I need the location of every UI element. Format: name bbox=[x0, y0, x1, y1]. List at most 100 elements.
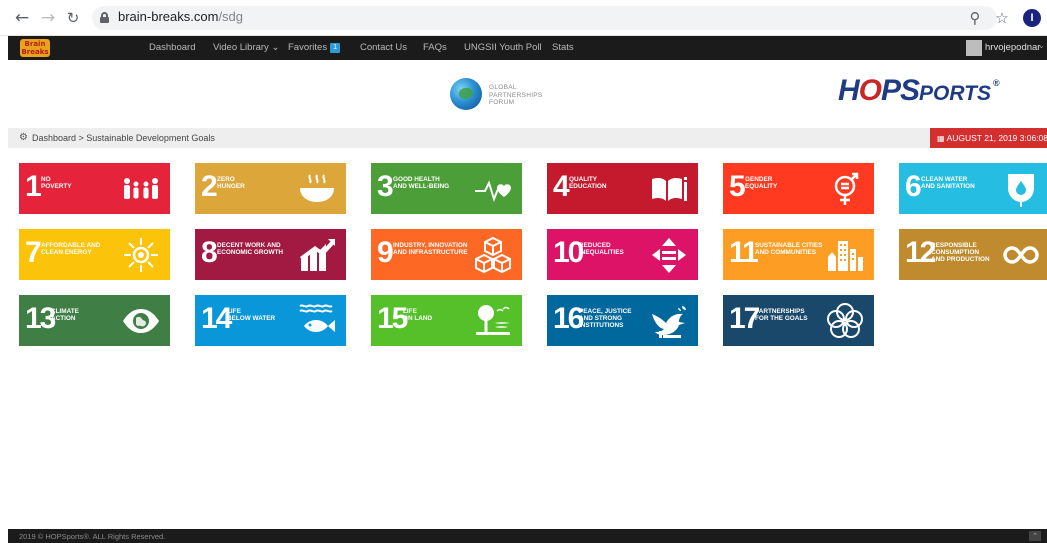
sdg-label: No Poverty bbox=[41, 176, 72, 190]
sdg-number: 12 bbox=[905, 236, 936, 269]
tree-icon bbox=[473, 301, 513, 341]
dove-icon bbox=[649, 301, 689, 341]
sdg-label: Partnerships for the Goals bbox=[755, 308, 808, 322]
sdg-label: Zero Hunger bbox=[217, 176, 245, 190]
sdg-label: Gender Equality bbox=[745, 176, 778, 190]
sdg-number: 17 bbox=[729, 302, 760, 335]
bowl-icon bbox=[297, 169, 337, 209]
sdg-label: Responsible Consumption and Production bbox=[931, 242, 990, 263]
sdg-label: Reduced Inequalities bbox=[579, 242, 624, 256]
sdg-tile-5[interactable]: 5 Gender Equality bbox=[723, 163, 874, 214]
sdg-number: 16 bbox=[553, 302, 584, 335]
sdg-tile-1[interactable]: 1 No Poverty bbox=[19, 163, 170, 214]
site-navbar: Brain Breaks Dashboard Video Library ⌄ F… bbox=[8, 36, 1047, 60]
sdg-label: Industry, Innovation and Infrastructure bbox=[393, 242, 468, 256]
nav-contact-us[interactable]: Contact Us bbox=[360, 42, 407, 53]
sdg-number: 5 bbox=[729, 170, 746, 203]
sdg-tile-15[interactable]: 15 Life On Land bbox=[371, 295, 522, 346]
sdg-label: Quality Education bbox=[569, 176, 607, 190]
bookmark-star-icon[interactable]: ☆ bbox=[992, 8, 1012, 28]
sdg-number: 13 bbox=[25, 302, 56, 335]
sdg-tile-14[interactable]: 14 Life Below Water bbox=[195, 295, 346, 346]
globe-icon bbox=[450, 78, 482, 110]
sdg-number: 15 bbox=[377, 302, 408, 335]
sdg-tile-17[interactable]: 17 Partnerships for the Goals bbox=[723, 295, 874, 346]
sdg-tile-7[interactable]: 7 Affordable and Clean Energy bbox=[19, 229, 170, 280]
nav-youth-poll[interactable]: UNGSII Youth Poll bbox=[464, 42, 542, 53]
breadcrumb-home[interactable]: Dashboard bbox=[32, 133, 76, 143]
city-icon bbox=[825, 235, 865, 275]
sdg-tile-12[interactable]: 12 Responsible Consumption and Production bbox=[899, 229, 1047, 280]
sdg-number: 7 bbox=[25, 236, 42, 269]
sdg-number: 11 bbox=[729, 236, 759, 269]
scroll-top-icon[interactable]: ⌃ bbox=[1029, 531, 1041, 541]
url-text[interactable]: brain-breaks.com/sdg bbox=[118, 9, 243, 24]
fish-icon bbox=[297, 301, 337, 341]
sdg-tile-16[interactable]: 16 Peace, Justice and Strong Institutions bbox=[547, 295, 698, 346]
book-icon bbox=[649, 169, 689, 209]
sun-icon bbox=[121, 235, 161, 275]
favorites-count-badge: 1 bbox=[330, 43, 340, 53]
sdg-number: 3 bbox=[377, 170, 394, 203]
growth-chart-icon bbox=[297, 235, 337, 275]
eye-globe-icon bbox=[121, 301, 161, 341]
lock-icon[interactable] bbox=[100, 12, 109, 23]
date-badge: ▦AUGUST 21, 2019 3:06:08 PM bbox=[930, 128, 1047, 148]
sdg-tile-9[interactable]: 9 Industry, Innovation and Infrastructure bbox=[371, 229, 522, 280]
sdg-label: Decent Work and Economic Growth bbox=[217, 242, 284, 256]
chevron-down-icon[interactable]: ⌄ bbox=[1038, 41, 1045, 50]
breadcrumb-text: Dashboard > Sustainable Development Goal… bbox=[32, 133, 215, 143]
family-icon bbox=[121, 169, 161, 209]
sdg-label: Good Health and Well-Being bbox=[393, 176, 450, 190]
sdg-number: 4 bbox=[553, 170, 570, 203]
sdg-tile-3[interactable]: 3 Good Health and Well-Being bbox=[371, 163, 522, 214]
dashboard-gauge-icon: ⚙ bbox=[19, 132, 28, 143]
sdg-number: 2 bbox=[201, 170, 218, 203]
equals-arrows-icon bbox=[649, 235, 689, 275]
sdg-tile-13[interactable]: 13 Climate Action bbox=[19, 295, 170, 346]
hopsports-logo[interactable]: HOPSPORTS ® bbox=[838, 74, 1000, 108]
forward-arrow-icon[interactable]: → bbox=[38, 8, 58, 28]
sdg-label: Affordable and Clean Energy bbox=[41, 242, 101, 256]
sdg-number: 1 bbox=[25, 170, 42, 203]
rings-icon bbox=[825, 301, 865, 341]
profile-avatar[interactable]: I bbox=[1023, 9, 1041, 27]
sdg-tile-8[interactable]: 8 Decent Work and Economic Growth bbox=[195, 229, 346, 280]
sdg-label: Sustainable Cities and Communities bbox=[755, 242, 823, 256]
sdg-number: 8 bbox=[201, 236, 218, 269]
sdg-number: 10 bbox=[553, 236, 584, 269]
sdg-tile-10[interactable]: 10 Reduced Inequalities bbox=[547, 229, 698, 280]
water-drop-icon bbox=[1001, 169, 1041, 209]
calendar-icon: ▦ bbox=[937, 134, 945, 143]
gpf-logo-text: GLOBAL PARTNERSHIPS FORUM bbox=[489, 84, 543, 106]
reload-icon[interactable]: ↻ bbox=[63, 8, 83, 28]
nav-favorites[interactable]: Favorites 1 bbox=[288, 42, 340, 53]
sdg-label: Peace, Justice and Strong Institutions bbox=[579, 308, 632, 329]
nav-dashboard[interactable]: Dashboard bbox=[149, 42, 195, 53]
back-arrow-icon[interactable]: ← bbox=[12, 8, 32, 28]
sdg-number: 14 bbox=[201, 302, 232, 335]
user-avatar[interactable] bbox=[966, 40, 982, 56]
footer: 2019 © HOPSports®. ALL Rights Reserved. … bbox=[8, 529, 1047, 543]
nav-faqs[interactable]: FAQs bbox=[423, 42, 447, 53]
sdg-label: Life On Land bbox=[403, 308, 433, 322]
brain-breaks-logo[interactable]: Brain Breaks bbox=[20, 39, 50, 57]
copyright-text: 2019 © HOPSports®. ALL Rights Reserved. bbox=[19, 532, 166, 541]
heartbeat-icon bbox=[473, 169, 513, 209]
sdg-tile-6[interactable]: 6 Clean Water and Sanitation bbox=[899, 163, 1047, 214]
infinity-icon bbox=[1001, 235, 1041, 275]
nav-stats[interactable]: Stats bbox=[552, 42, 574, 53]
sdg-tile-4[interactable]: 4 Quality Education bbox=[547, 163, 698, 214]
sdg-tile-11[interactable]: 11 Sustainable Cities and Communities bbox=[723, 229, 874, 280]
sdg-label: Clean Water and Sanitation bbox=[921, 176, 975, 190]
sdg-label: Climate Action bbox=[51, 308, 79, 322]
sdg-number: 9 bbox=[377, 236, 394, 269]
user-name[interactable]: hrvojepodnar bbox=[985, 42, 1040, 53]
gender-icon bbox=[825, 169, 865, 209]
zoom-icon[interactable]: ⚲ bbox=[965, 8, 985, 28]
sdg-tile-2[interactable]: 2 Zero Hunger bbox=[195, 163, 346, 214]
nav-video-library[interactable]: Video Library ⌄ bbox=[213, 42, 279, 53]
breadcrumb-current: Sustainable Development Goals bbox=[86, 133, 215, 143]
sdg-number: 6 bbox=[905, 170, 922, 203]
sdg-label: Life Below Water bbox=[227, 308, 276, 322]
